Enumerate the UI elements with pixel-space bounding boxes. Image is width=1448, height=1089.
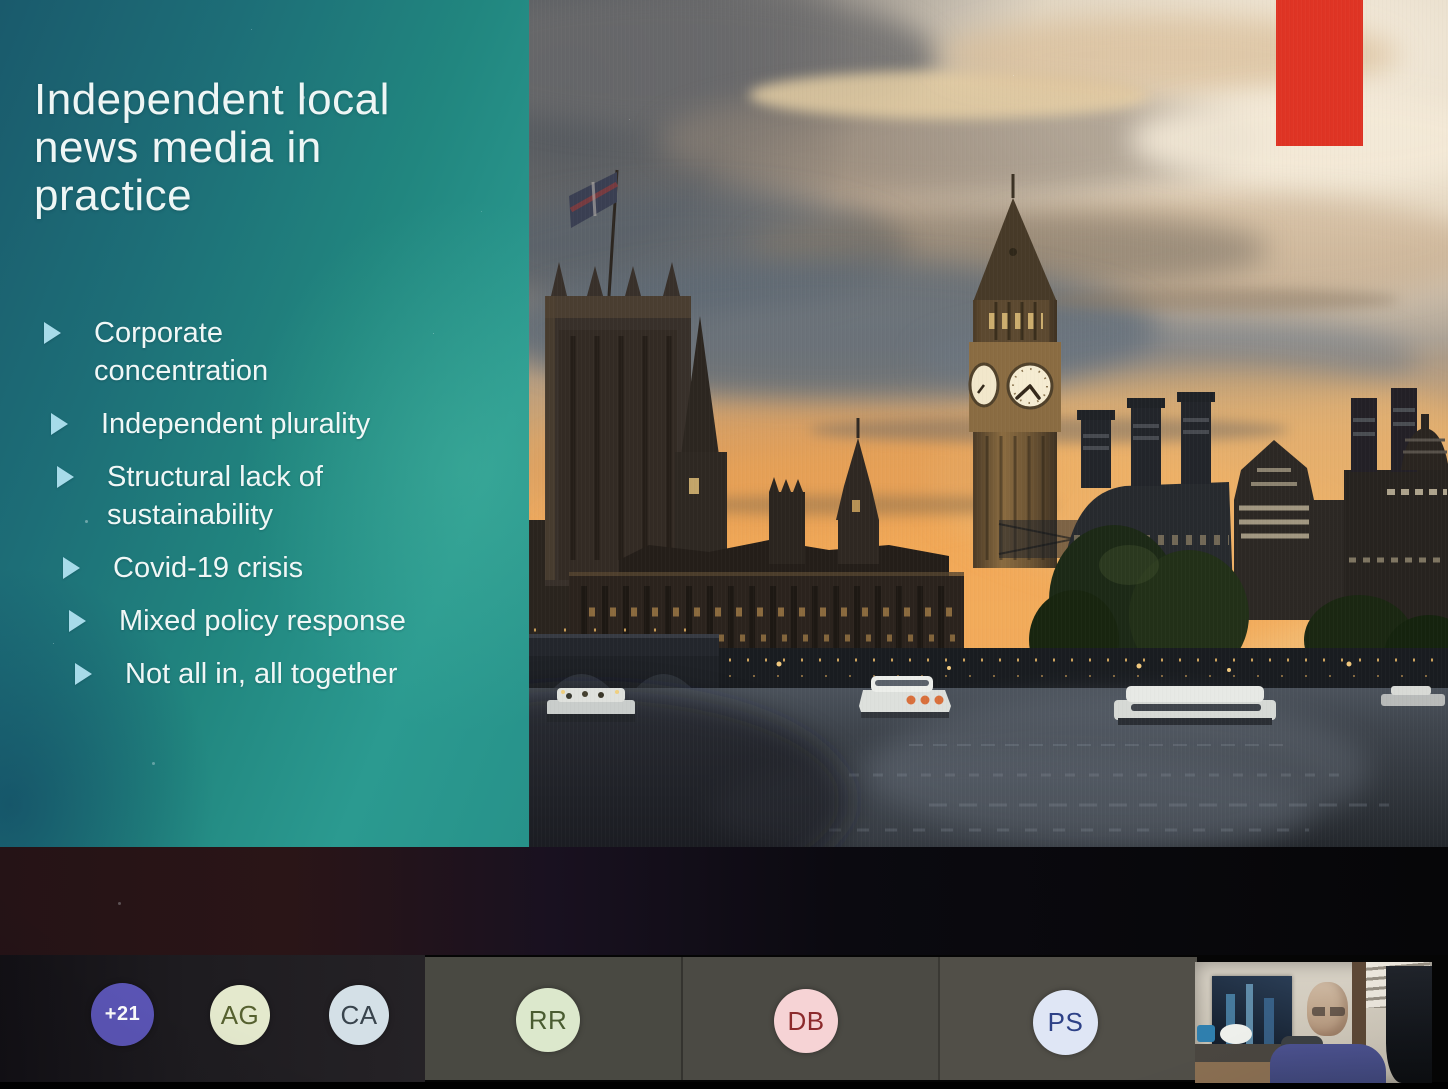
participant-tile-rr[interactable]: RR [425, 957, 681, 1080]
participants-bar: +21 AG CA RR DB PS [0, 955, 1448, 1082]
bullet-marker-icon [69, 610, 86, 632]
participant-tile-db[interactable]: DB [681, 957, 940, 1080]
bullet-item-2: Independent plurality [51, 405, 403, 443]
bullet-item-1: Corporate concentration [44, 314, 396, 390]
avatar-initials: DB [787, 1006, 824, 1037]
westminster-bridge [529, 630, 719, 696]
participant-avatar-ag[interactable]: AG [210, 985, 270, 1045]
overflow-count-avatar[interactable]: +21 [91, 983, 154, 1046]
bullet-marker-icon [57, 466, 74, 488]
participant-tile-ps[interactable]: PS [938, 957, 1197, 1080]
participants-overflow-group: +21 AG CA [0, 955, 425, 1082]
waterfront-pier [714, 648, 1448, 692]
presenter-glasses [1312, 1007, 1345, 1016]
avatar-initials: RR [529, 1005, 568, 1036]
background-hanging-bag [1386, 966, 1432, 1083]
participant-avatar-ca[interactable]: CA [329, 985, 389, 1045]
bullet-text: Structural lack of sustainability [107, 461, 323, 531]
self-video-tile[interactable] [1195, 962, 1432, 1083]
presenter-torso [1270, 1044, 1386, 1083]
london-illustration [529, 0, 1448, 847]
tour-boat-left [547, 688, 635, 722]
bullet-text: Not all in, all together [125, 658, 397, 690]
bullet-item-6: Not all in, all together [75, 655, 427, 693]
bullet-text: Corporate concentration [94, 317, 268, 387]
bullet-marker-icon [63, 557, 80, 579]
participant-avatar-db: DB [774, 989, 838, 1053]
dust-specks [0, 0, 3, 3]
bullet-text: Mixed policy response [119, 605, 406, 637]
bullet-item-4: Covid-19 crisis [63, 549, 415, 587]
bullet-text: Covid-19 crisis [113, 552, 303, 584]
slide-title: Independent local news media in practice [34, 76, 436, 220]
bullet-marker-icon [44, 322, 61, 344]
bullet-item-5: Mixed policy response [69, 602, 421, 640]
slide-left-panel: Independent local news media in practice… [0, 0, 529, 847]
bullet-marker-icon [75, 663, 92, 685]
slide-bullet-list: Corporate concentration Independent plur… [44, 314, 396, 708]
london-sunset-photo [529, 0, 1448, 847]
screen-bezel-gap [0, 847, 1448, 955]
red-logo-block [1276, 0, 1363, 146]
bullet-text: Independent plurality [101, 408, 370, 440]
meeting-screen: Independent local news media in practice… [0, 0, 1448, 1089]
participant-avatar-rr: RR [516, 988, 580, 1052]
bullet-item-3: Structural lack of sustainability [57, 458, 409, 534]
river-thames [529, 688, 1448, 847]
avatar-initials: AG [221, 1000, 260, 1031]
avatar-initials: PS [1048, 1007, 1084, 1038]
bullet-marker-icon [51, 413, 68, 435]
avatar-initials: CA [340, 1000, 377, 1031]
background-white-bowl [1220, 1024, 1252, 1044]
participant-avatar-ps: PS [1033, 990, 1098, 1055]
presentation-slide: Independent local news media in practice… [0, 0, 1448, 847]
background-blue-object [1197, 1025, 1215, 1042]
background-door-frame [1352, 962, 1366, 1046]
overflow-count-label: +21 [105, 1003, 140, 1026]
